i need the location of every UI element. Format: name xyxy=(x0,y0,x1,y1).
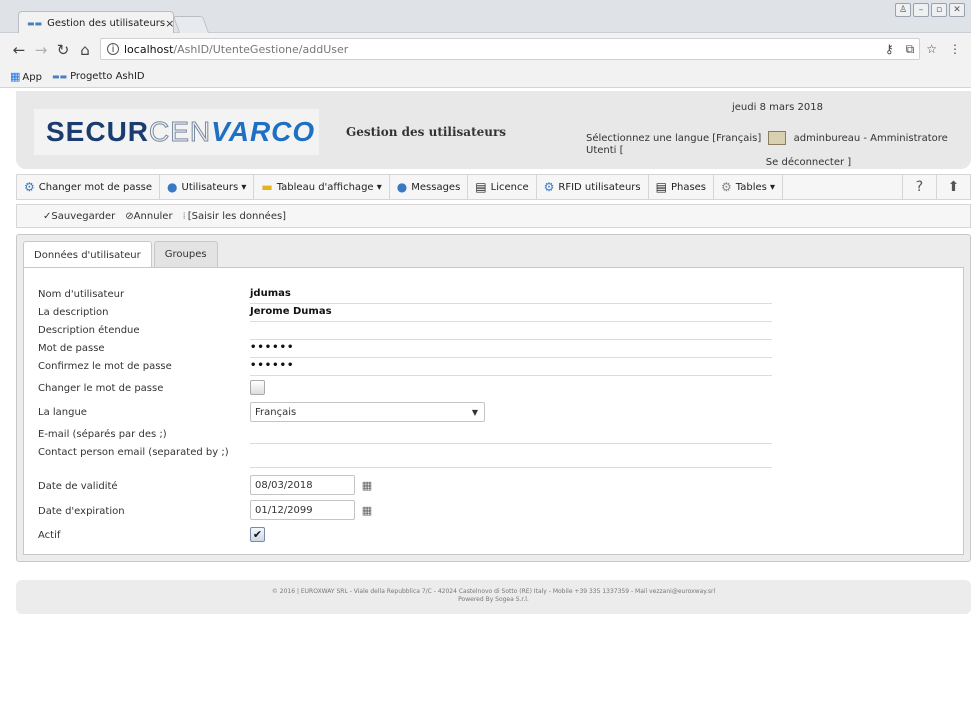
menu-users[interactable]: ● Utilisateurs ▾ xyxy=(160,175,255,199)
ext-description-field[interactable] xyxy=(250,324,772,340)
tab-groups[interactable]: Groupes xyxy=(153,241,218,267)
star-icon[interactable]: ☆ xyxy=(926,42,937,57)
key-icon[interactable]: ⚷ xyxy=(885,42,894,57)
profile-icon[interactable]: ♙ xyxy=(895,3,911,17)
email-label: E-mail (séparés par des ;) xyxy=(38,429,167,440)
language-label: La langue xyxy=(38,407,87,418)
active-checkbox[interactable]: ✔ xyxy=(250,527,265,542)
description-label: La description xyxy=(38,307,109,318)
dropdown-arrow-icon: ▼ xyxy=(471,407,478,417)
footer: © 2016 | EUROXWAY SRL - Viale della Repu… xyxy=(16,580,971,614)
scroll-up-icon[interactable]: ⬆ xyxy=(936,175,970,199)
close-window-icon[interactable]: ✕ xyxy=(949,3,965,17)
user-info: Sélectionnez une langue [Français] admin… xyxy=(586,131,971,168)
page: SECUR CEN VARCO Gestion des utilisateurs j… xyxy=(8,88,971,713)
address-bar-actions: ⚷ ⧉ ☆ ⋮ xyxy=(885,42,961,57)
ext-description-label: Description étendue xyxy=(38,325,140,336)
tables-gear-icon: ⚙ xyxy=(721,180,732,194)
change-password-checkbox[interactable] xyxy=(250,380,265,395)
confirm-password-label: Confirmez le mot de passe xyxy=(38,361,172,372)
favicon-icon: ▬▬ xyxy=(27,18,43,28)
phases-icon: ▤ xyxy=(655,180,667,194)
confirm-password-field[interactable]: •••••• xyxy=(250,360,772,376)
expiry-date-input[interactable]: 01/12/2099 xyxy=(250,500,355,520)
active-label: Actif xyxy=(38,530,61,541)
contact-email-label: Contact person email (separated by ;) xyxy=(38,447,229,458)
password-field[interactable]: •••••• xyxy=(250,342,772,358)
password-label: Mot de passe xyxy=(38,343,105,354)
footer-copyright: © 2016 | EUROXWAY SRL - Viale della Repu… xyxy=(271,588,716,595)
help-icon[interactable]: ? xyxy=(902,175,936,199)
home-icon[interactable]: ⌂ xyxy=(74,41,96,59)
favicon-icon: ▬▬ xyxy=(51,72,68,81)
drag-dots-icon: ⁞ xyxy=(182,210,186,222)
cancel-button[interactable]: ⊘Annuler xyxy=(125,211,172,222)
apps-grid-icon: ▦ xyxy=(10,70,21,83)
license-icon: ▤ xyxy=(475,180,487,194)
url-input[interactable]: i localhost/AshID/UtenteGestione/addUser xyxy=(100,38,920,60)
address-bar: ← → ↻ ⌂ i localhost/AshID/UtenteGestione… xyxy=(0,33,971,66)
calendar-icon[interactable]: ▦ xyxy=(358,500,376,520)
description-field[interactable]: Jerome Dumas xyxy=(250,306,772,322)
menu-bulletin-board[interactable]: ▬ Tableau d'affichage ▾ xyxy=(254,175,390,199)
mail-icon[interactable] xyxy=(768,131,787,145)
forward-icon[interactable]: → xyxy=(30,41,52,59)
user-form: Nom d'utilisateur jdumas La description … xyxy=(23,267,964,555)
logout-link[interactable]: Se déconnecter ] xyxy=(586,157,971,168)
url-path: /AshID/UtenteGestione/addUser xyxy=(173,42,349,56)
form-tabs: Données d'utilisateur Groupes xyxy=(23,241,218,268)
language-selector[interactable]: Sélectionnez une langue [Français] xyxy=(586,133,761,144)
window-controls: ♙ – ▫ ✕ xyxy=(895,3,965,17)
valid-date-input[interactable]: 08/03/2018 xyxy=(250,475,355,495)
user-icon: ● xyxy=(167,180,178,194)
tab-user-data[interactable]: Données d'utilisateur xyxy=(23,241,152,268)
menu-dots-icon[interactable]: ⋮ xyxy=(949,42,961,57)
info-icon[interactable]: i xyxy=(107,43,119,55)
folder-icon: ▬ xyxy=(261,180,273,194)
page-title: Gestion des utilisateurs xyxy=(346,125,507,139)
menu-messages[interactable]: ● Messages xyxy=(390,175,469,199)
email-field[interactable] xyxy=(250,428,772,444)
language-select[interactable]: Français ▼ xyxy=(250,402,485,422)
footer-powered-by: Powered By Sogea S.r.l. xyxy=(458,596,529,603)
new-tab-button[interactable] xyxy=(172,16,210,33)
change-password-label: Changer le mot de passe xyxy=(38,383,164,394)
main-menu: ⚙ Changer mot de passe ● Utilisateurs ▾ ▬ T… xyxy=(16,174,971,200)
minimize-icon[interactable]: – xyxy=(913,3,929,17)
bookmark-progetto[interactable]: ▬▬ Progetto AshID xyxy=(52,71,145,82)
bookmark-apps[interactable]: ▦ App xyxy=(10,70,42,83)
translate-icon[interactable]: ⧉ xyxy=(906,42,915,57)
reload-icon[interactable]: ↻ xyxy=(52,41,74,59)
menu-change-password[interactable]: ⚙ Changer mot de passe xyxy=(17,175,161,199)
form-container: Données d'utilisateur Groupes Nom d'util… xyxy=(16,234,971,562)
browser-tab-bar: ▬▬ Gestion des utilisateurs × ♙ – ▫ ✕ xyxy=(0,0,971,34)
users-key-icon: ⚙ xyxy=(24,180,35,194)
valid-date-label: Date de validité xyxy=(38,481,118,492)
contact-email-field[interactable] xyxy=(250,452,772,468)
save-button[interactable]: ✓Sauvegarder xyxy=(43,211,115,222)
bookmarks-bar: ▦ App ▬▬ Progetto AshID xyxy=(0,66,971,88)
rfid-users-icon: ⚙ xyxy=(543,180,555,194)
action-toolbar: ✓Sauvegarder ⊘Annuler ⁞ [Saisir les donné… xyxy=(16,204,971,228)
current-date: jeudi 8 mars 2018 xyxy=(732,102,823,113)
menu-phases[interactable]: ▤ Phases xyxy=(649,175,715,199)
url-host: localhost xyxy=(124,42,174,56)
browser-tab-title: Gestion des utilisateurs xyxy=(47,17,166,29)
browser-tab[interactable]: ▬▬ Gestion des utilisateurs × xyxy=(18,11,174,34)
calendar-icon[interactable]: ▦ xyxy=(358,475,376,495)
back-icon[interactable]: ← xyxy=(8,41,30,59)
username-field[interactable]: jdumas xyxy=(250,288,772,304)
app-header: SECUR CEN VARCO Gestion des utilisateurs j… xyxy=(16,91,971,169)
menu-rfid-users[interactable]: ⚙ RFID utilisateurs xyxy=(537,175,649,199)
menu-tables[interactable]: ⚙ Tables ▾ xyxy=(714,175,784,199)
logo: SECUR CEN VARCO xyxy=(34,109,319,155)
username-label: Nom d'utilisateur xyxy=(38,289,125,300)
maximize-icon[interactable]: ▫ xyxy=(931,3,947,17)
chat-bubble-icon: ● xyxy=(396,180,408,194)
input-data-indicator: ⁞ [Saisir les données] xyxy=(182,210,287,222)
expiry-date-label: Date d'expiration xyxy=(38,506,125,517)
menu-license[interactable]: ▤ Licence xyxy=(468,175,537,199)
